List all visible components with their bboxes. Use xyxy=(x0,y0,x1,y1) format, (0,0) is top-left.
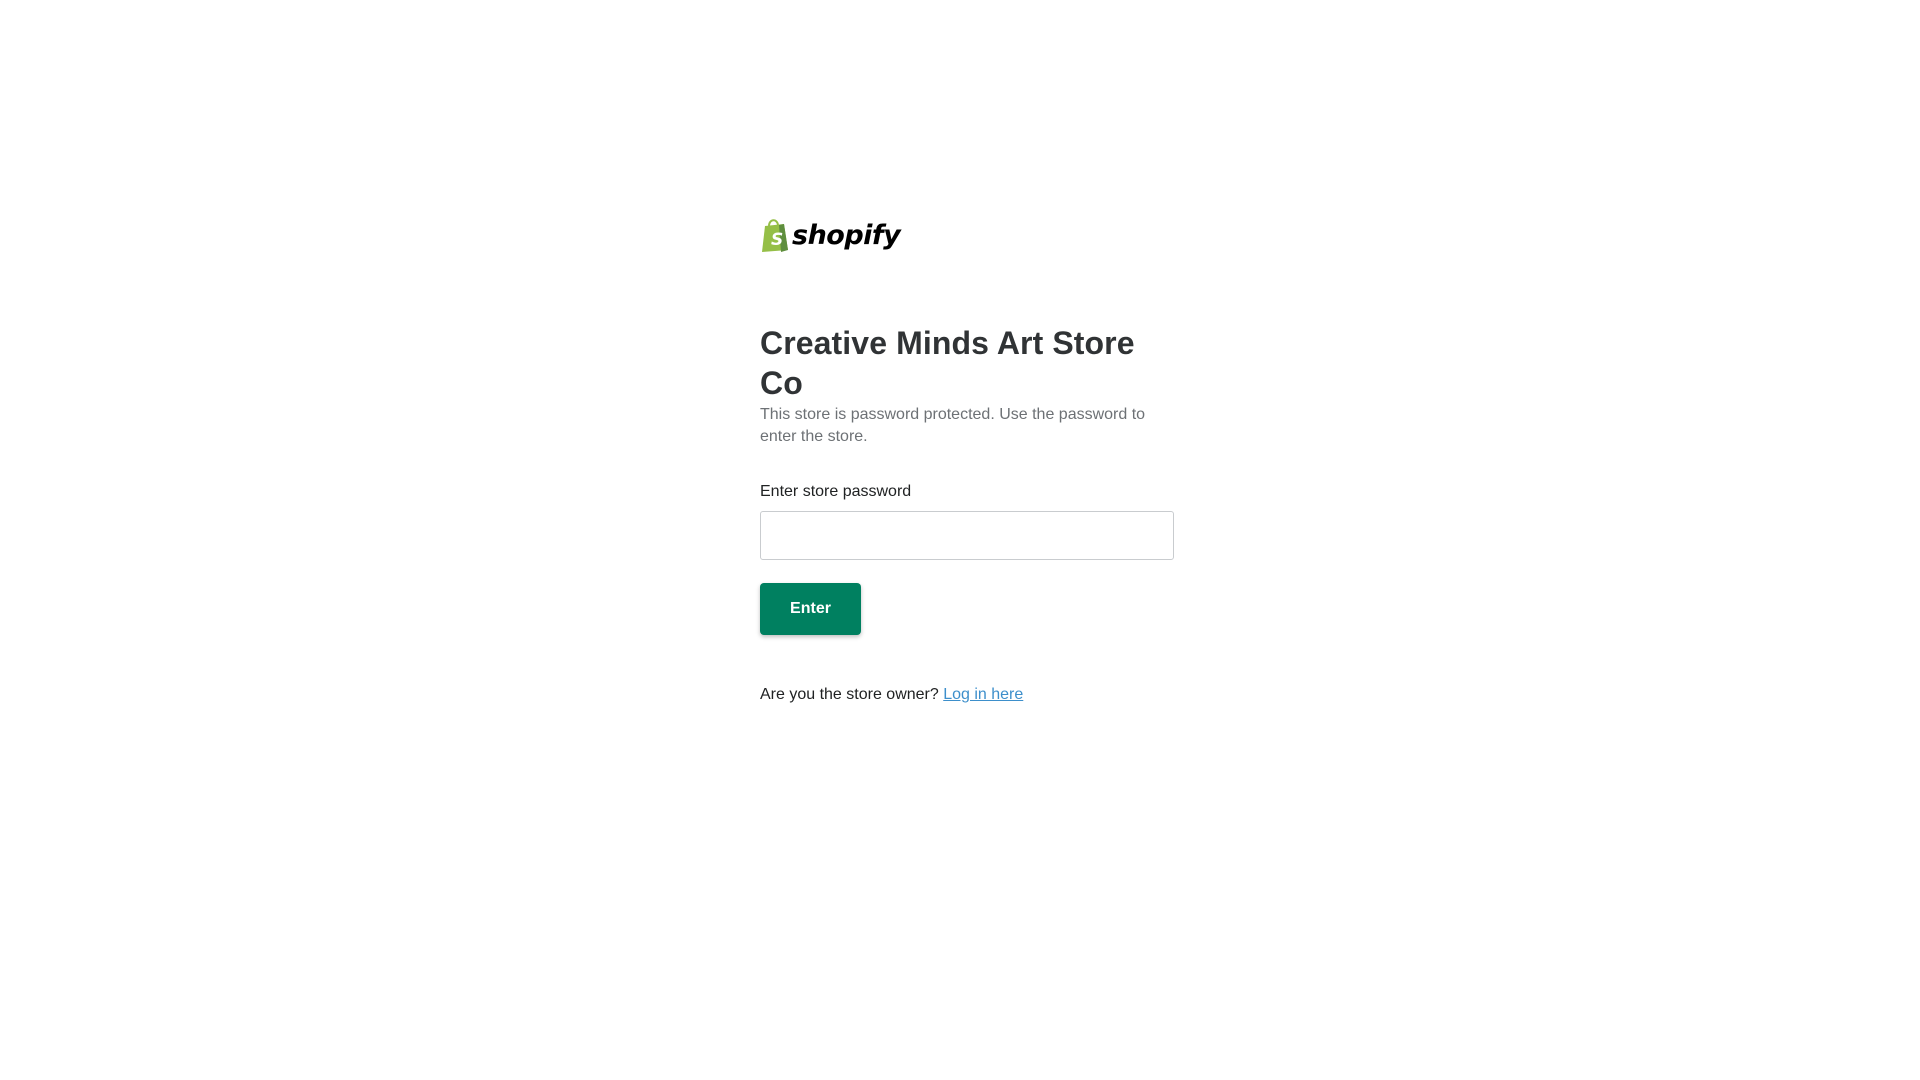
password-label: Enter store password xyxy=(760,483,912,500)
password-page: S shopify Creative Minds Art Store Co Th… xyxy=(760,216,1176,706)
shopify-logo: S shopify xyxy=(760,216,1176,254)
svg-text:S: S xyxy=(771,230,783,250)
owner-login-line: Are you the store owner? Log in here xyxy=(760,684,1176,706)
login-link[interactable]: Log in here xyxy=(943,686,1023,703)
store-title: Creative Minds Art Store Co xyxy=(760,325,1135,401)
owner-prompt: Are you the store owner? xyxy=(760,686,939,703)
store-description: This store is password protected. Use th… xyxy=(760,406,1146,445)
password-input[interactable] xyxy=(760,511,1174,560)
shopify-bag-icon: S xyxy=(762,219,788,252)
shopify-wordmark: shopify xyxy=(792,219,901,251)
enter-button[interactable]: Enter xyxy=(760,583,861,635)
